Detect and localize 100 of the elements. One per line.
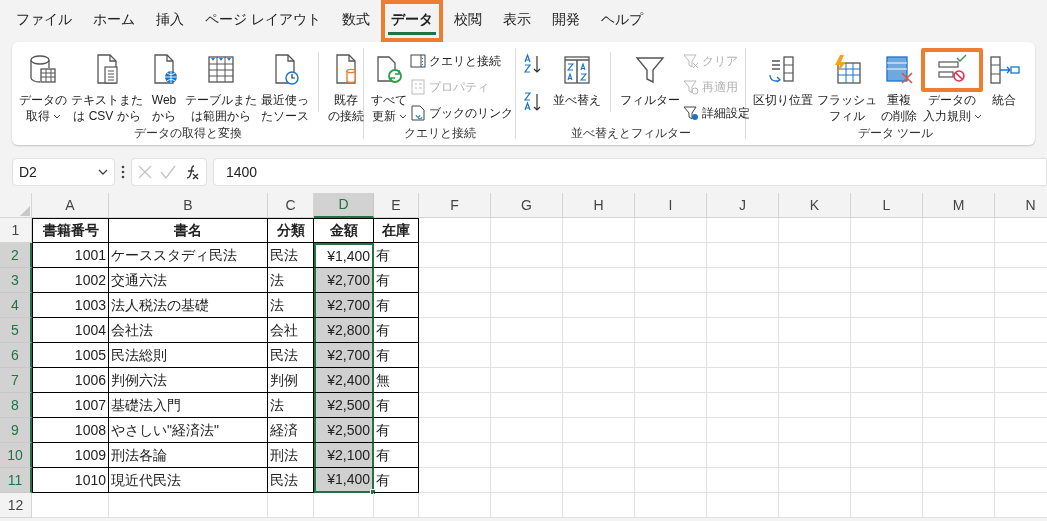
ribbon-button[interactable]: フラッシュ フィル — [816, 48, 878, 124]
table-cell — [491, 218, 563, 243]
column-header[interactable]: D — [314, 193, 374, 218]
table-cell — [419, 443, 491, 468]
ribbon-button[interactable]: テーブルまた は範囲から — [184, 48, 258, 124]
row-header[interactable]: 11 — [0, 468, 32, 493]
ribbon-button[interactable]: 並べ替え — [552, 48, 602, 108]
queries-icon — [410, 53, 426, 69]
ribbon-tab[interactable]: ヘルプ — [597, 9, 646, 35]
ribbon-button[interactable]: 重複 の削除 — [880, 48, 918, 124]
table-cell — [419, 243, 491, 268]
table-cell — [563, 343, 635, 368]
column-header[interactable]: M — [923, 193, 995, 218]
row-header[interactable]: 5 — [0, 318, 32, 343]
table-cell — [923, 368, 995, 393]
ribbon-button[interactable]: データの 入力規則 — [920, 48, 984, 124]
ribbon-tab[interactable]: 校閲 — [450, 9, 485, 35]
ribbon-small-button[interactable]: 詳細設定 — [683, 102, 750, 124]
row-header[interactable]: 9 — [0, 418, 32, 443]
table-cell — [374, 493, 419, 518]
table-cell — [635, 368, 707, 393]
table-cell — [779, 318, 851, 343]
ribbon-tab[interactable]: ホーム — [90, 9, 138, 35]
ribbon-small-button[interactable]: クエリと接続 — [410, 50, 513, 72]
table-cell: 有 — [374, 393, 419, 418]
column-header[interactable]: A — [32, 193, 109, 218]
table-cell — [923, 393, 995, 418]
table-cell: 1010 — [32, 468, 109, 493]
table-cell — [707, 343, 779, 368]
table-cell: ¥1,400 — [314, 468, 374, 493]
column-header[interactable]: E — [374, 193, 419, 218]
table-cell: 基礎法入門 — [109, 393, 268, 418]
table-cell — [491, 493, 563, 518]
table-cell — [314, 493, 374, 518]
table-cell — [707, 468, 779, 493]
table-cell — [779, 468, 851, 493]
ribbon-button[interactable]: テキストまた は CSV から — [70, 48, 144, 124]
ribbon-button[interactable]: フィルター — [619, 48, 681, 108]
check-icon[interactable] — [160, 165, 176, 179]
table-cell — [635, 493, 707, 518]
ribbon-tab[interactable]: 開発 — [548, 9, 583, 35]
column-header[interactable]: G — [491, 193, 563, 218]
table-cell — [779, 493, 851, 518]
column-header[interactable]: L — [851, 193, 923, 218]
ribbon-tab[interactable]: 数式 — [338, 9, 373, 35]
table-cell — [635, 418, 707, 443]
column-header[interactable]: C — [268, 193, 314, 218]
column-header[interactable]: I — [635, 193, 707, 218]
column-heading: 書名 — [109, 218, 268, 243]
table-cell — [419, 293, 491, 318]
ribbon-tab[interactable]: 挿入 — [153, 9, 187, 35]
table-cell — [707, 393, 779, 418]
table-cell: 法人税法の基礎 — [109, 293, 268, 318]
ribbon-tab[interactable]: ページ レイアウト — [202, 9, 324, 35]
column-header[interactable]: J — [707, 193, 779, 218]
row-header[interactable]: 8 — [0, 393, 32, 418]
ribbon-button[interactable]: 最近使っ たソース — [260, 48, 310, 124]
more-icon[interactable] — [121, 165, 125, 179]
table-cell: ¥2,700 — [314, 343, 374, 368]
ribbon-button[interactable]: 区切り位置 — [752, 48, 814, 108]
table-cell — [635, 268, 707, 293]
row-header[interactable]: 10 — [0, 443, 32, 468]
column-header[interactable]: N — [995, 193, 1047, 218]
table-cell — [779, 293, 851, 318]
table-cell: 1006 — [32, 368, 109, 393]
ribbon-button[interactable]: 統合 — [986, 48, 1022, 108]
ribbon-tab[interactable]: 表示 — [499, 9, 534, 35]
formula-field[interactable]: 1400 — [213, 158, 1047, 186]
group-label: クエリと接続 — [403, 125, 476, 142]
ribbon-button[interactable]: すべて 更新 — [370, 48, 408, 124]
column-header[interactable]: F — [419, 193, 491, 218]
table-cell — [491, 443, 563, 468]
column-header[interactable]: K — [779, 193, 851, 218]
table-cell — [707, 218, 779, 243]
row-header[interactable]: 6 — [0, 343, 32, 368]
table-cell — [851, 268, 923, 293]
row-header[interactable]: 12 — [0, 493, 32, 518]
column-header[interactable]: B — [109, 193, 268, 218]
table-cell — [851, 393, 923, 418]
ribbon-button[interactable]: データの 取得 — [18, 48, 68, 124]
row-header[interactable]: 3 — [0, 268, 32, 293]
function-icon[interactable] — [184, 164, 200, 180]
group-label: データ ツール — [857, 125, 934, 142]
ribbon-button[interactable]: Web から — [146, 48, 182, 124]
row-header[interactable]: 2 — [0, 243, 32, 268]
ribbon-small-button[interactable]: ブックのリンク — [410, 102, 513, 124]
row-header[interactable]: 1 — [0, 218, 32, 243]
ribbon-tab[interactable]: ファイル — [13, 9, 75, 35]
table-cell — [635, 218, 707, 243]
ribbon-button[interactable]: 既存 の接続 — [327, 48, 365, 124]
row-header[interactable]: 4 — [0, 293, 32, 318]
fill-handle[interactable] — [370, 489, 376, 495]
table-cell — [851, 493, 923, 518]
table-cell: 有 — [374, 318, 419, 343]
table-cell — [419, 493, 491, 518]
table-cell — [851, 468, 923, 493]
name-box[interactable]: D2 — [12, 158, 115, 186]
table-cell: 会社法 — [109, 318, 268, 343]
column-header[interactable]: H — [563, 193, 635, 218]
row-header[interactable]: 7 — [0, 368, 32, 393]
